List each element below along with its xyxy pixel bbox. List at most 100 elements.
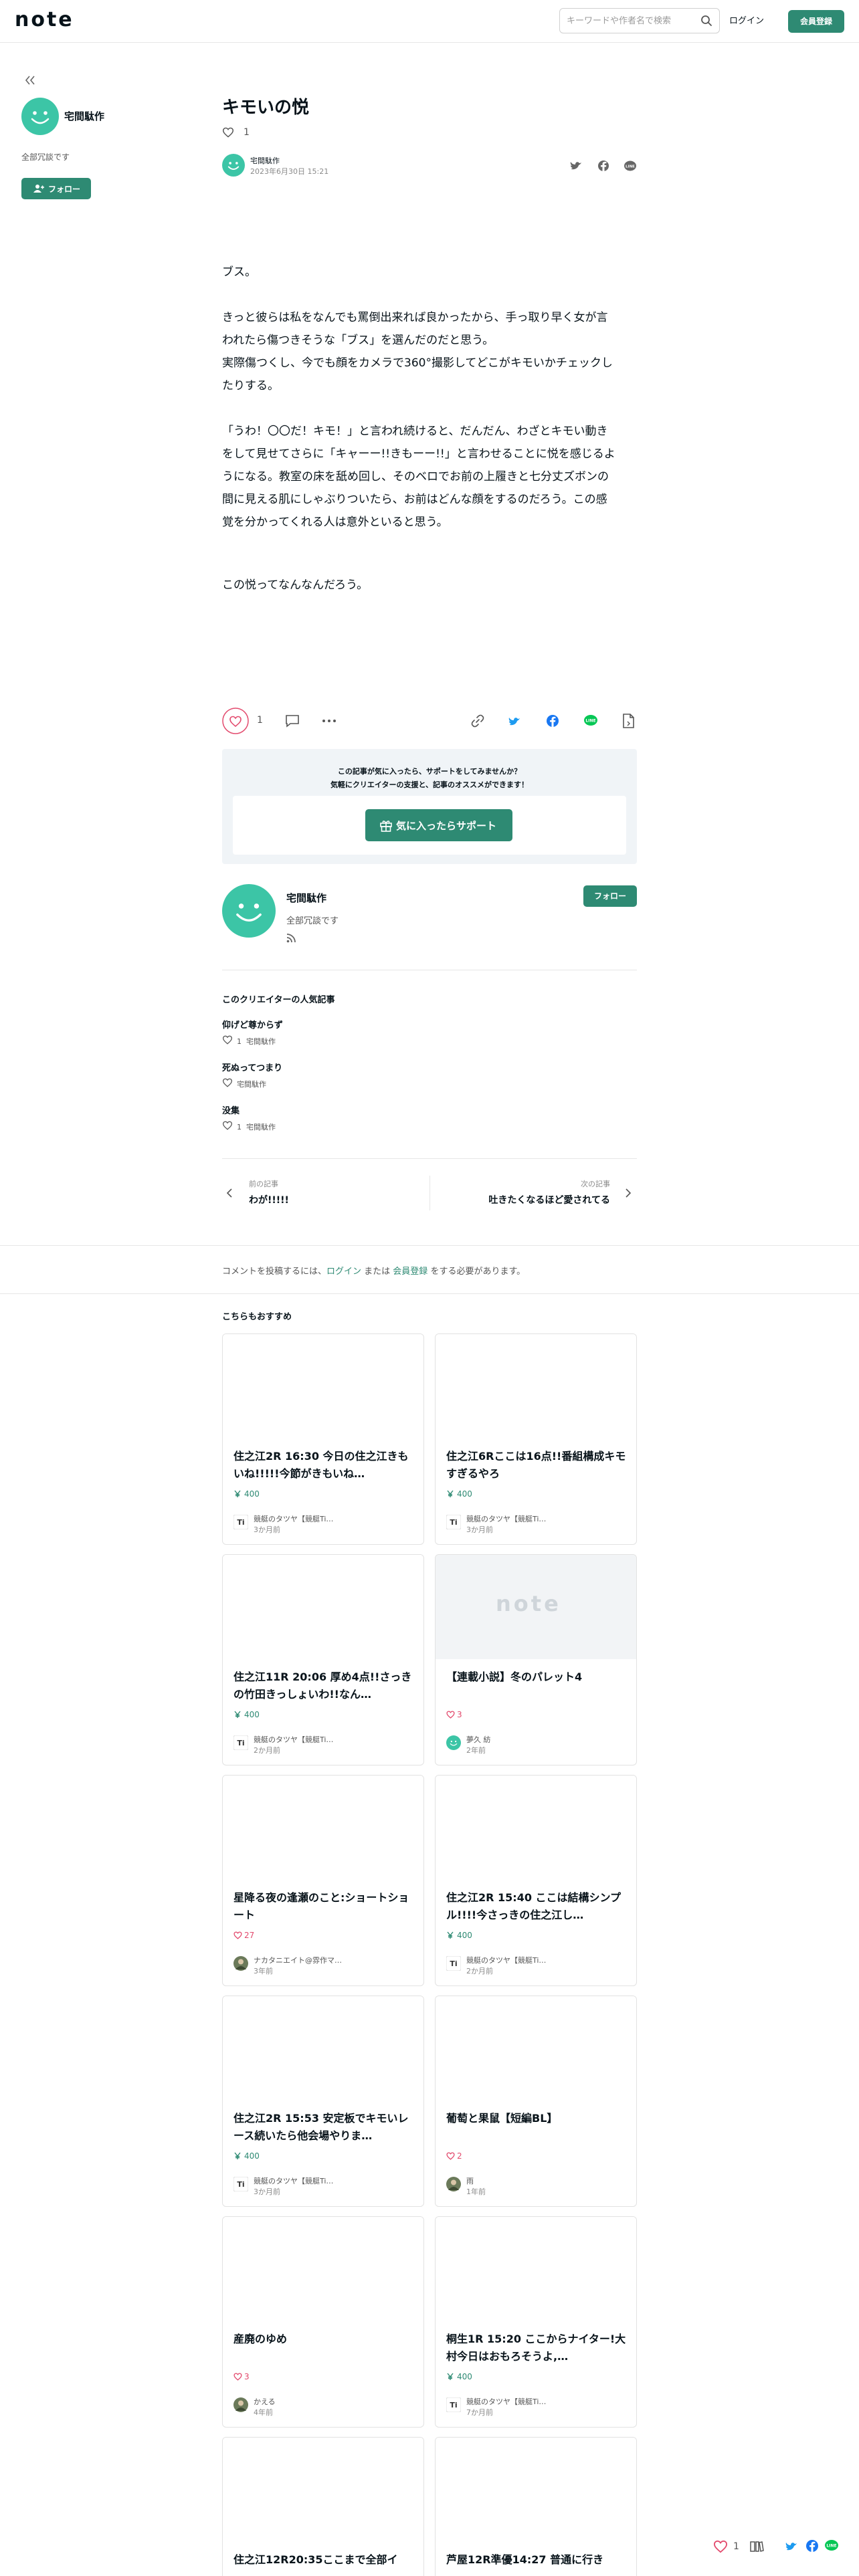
twitter-icon[interactable]	[570, 162, 581, 170]
card-title[interactable]: 芦屋12R準優14:27 普通に行き	[446, 2551, 627, 2576]
recommend-card[interactable]: 葡萄と果鼠【短編BL】 2 雨 1年前	[435, 1996, 637, 2207]
popular-article-title[interactable]: 死ぬってつまり	[222, 1061, 282, 1073]
prev-article-link[interactable]: わが!!!!!	[249, 1193, 289, 1206]
heart-icon[interactable]	[222, 127, 234, 138]
card-author-name[interactable]: 競艇のタツヤ【競艇Ti…	[466, 1513, 546, 1524]
card-author-name[interactable]: ナカタニエイト@雰作マ…	[254, 1955, 342, 1965]
floating-twitter-icon[interactable]	[785, 2540, 799, 2552]
facebook-icon[interactable]	[598, 160, 609, 171]
card-author-avatar[interactable]	[233, 2397, 248, 2412]
chevron-right-icon[interactable]	[625, 1188, 632, 1198]
card-thumbnail[interactable]	[436, 1776, 636, 1880]
recommend-card[interactable]: 星降る夜の逢瀬のこと:ショートショート 27 ナカタニエイト@雰作マ… 3年前	[222, 1775, 424, 1986]
twitter-share-icon[interactable]	[508, 715, 522, 727]
card-author-name[interactable]: 競艇のタツヤ【競艇Ti…	[466, 2396, 546, 2407]
recommend-card[interactable]: 住之江11R 20:06 厚め4点!!さっきの竹田きっしょいわ!!なん… 400 T…	[222, 1554, 424, 1765]
recommend-card[interactable]: 芦屋12R準優14:27 普通に行き	[435, 2437, 637, 2576]
collapse-sidebar-icon[interactable]	[24, 75, 36, 86]
signup-button[interactable]: 会員登録	[788, 10, 844, 33]
card-title[interactable]: 桐生1R 15:20 ここからナイター!大村今日はおもろそうよ,…	[446, 2331, 627, 2365]
card-thumbnail[interactable]	[436, 1996, 636, 2101]
next-article-link[interactable]: 吐きたくなるほど愛されてる	[401, 1193, 610, 1206]
card-author-avatar[interactable]: Ti	[446, 1515, 461, 1529]
recommend-card[interactable]: 住之江2R 16:30 今日の住之江きもいね!!!!!今節がきもいね… 400 Ti…	[222, 1333, 424, 1545]
popular-article-title[interactable]: 没集	[222, 1103, 240, 1116]
card-title[interactable]: 住之江6Rここは16点!!番組構成キモすぎるやろ	[446, 1448, 627, 1483]
copy-link-icon[interactable]	[471, 714, 484, 728]
card-thumbnail[interactable]: note	[436, 1555, 636, 1659]
card-author-avatar[interactable]: Ti	[233, 1735, 248, 1750]
floating-like-icon[interactable]	[713, 2540, 728, 2553]
heart-icon[interactable]	[222, 1078, 233, 1087]
floating-facebook-icon[interactable]	[805, 2539, 819, 2553]
comment-signup-link[interactable]: 会員登録	[393, 1267, 427, 1277]
rss-icon[interactable]	[286, 934, 296, 943]
card-thumbnail[interactable]	[223, 1996, 423, 2101]
embed-icon[interactable]	[622, 714, 634, 728]
card-author-avatar[interactable]	[446, 1735, 461, 1750]
support-button[interactable]: 気に入ったらサポート	[365, 809, 512, 841]
recommend-card[interactable]: 桐生1R 15:20 ここからナイター!大村今日はおもろそうよ,… 400 Ti 競艇…	[435, 2216, 637, 2428]
card-title[interactable]: 住之江11R 20:06 厚め4点!!さっきの竹田きっしょいわ!!なん…	[233, 1669, 414, 1703]
author-name[interactable]: 宅間駄作	[250, 155, 280, 166]
card-thumbnail[interactable]	[223, 1334, 423, 1438]
card-author-avatar[interactable]: Ti	[446, 1956, 461, 1971]
facebook-share-icon[interactable]	[546, 714, 559, 728]
card-thumbnail[interactable]	[223, 2217, 423, 2321]
card-thumbnail[interactable]	[223, 2438, 423, 2542]
card-title[interactable]: 産廃のゆめ	[233, 2331, 414, 2365]
creator-name[interactable]: 宅間駄作	[64, 109, 104, 123]
note-logo[interactable]: note	[15, 8, 74, 31]
card-author-name[interactable]: 競艇のタツヤ【競艇Ti…	[254, 1734, 333, 1745]
search-box[interactable]	[559, 8, 720, 33]
card-title[interactable]: 葡萄と果鼠【短編BL】	[446, 2110, 627, 2145]
card-author-avatar[interactable]: Ti	[233, 2177, 248, 2191]
more-options-icon[interactable]	[322, 720, 336, 722]
comment-login-link[interactable]: ログイン	[326, 1267, 361, 1277]
like-button[interactable]	[222, 708, 249, 734]
card-thumbnail[interactable]	[436, 1334, 636, 1438]
profile-follow-button[interactable]: フォロー	[583, 885, 637, 907]
creator-avatar[interactable]	[21, 98, 59, 135]
card-author-name[interactable]: 夢久 紡	[466, 1734, 491, 1745]
card-title[interactable]: 住之江2R 16:30 今日の住之江きもいね!!!!!今節がきもいね…	[233, 1448, 414, 1483]
card-author-avatar[interactable]: Ti	[233, 1515, 248, 1529]
card-thumbnail[interactable]	[436, 2217, 636, 2321]
recommend-card[interactable]: 住之江12R20:35ここまで全部イ	[222, 2437, 424, 2576]
card-author-name[interactable]: 競艇のタツヤ【競艇Ti…	[254, 2175, 333, 2186]
heart-icon[interactable]	[222, 1121, 233, 1130]
profile-name[interactable]: 宅間駄作	[286, 891, 326, 905]
recommend-card[interactable]: 住之江6Rここは16点!!番組構成キモすぎるやろ 400 Ti 競艇のタツヤ【競艇Ti…	[435, 1333, 637, 1545]
card-author-name[interactable]: かえる	[254, 2396, 276, 2407]
recommend-card[interactable]: 住之江2R 15:40 ここは結構シンプル!!!!今さっきの住之江し… 400 Ti…	[435, 1775, 637, 1986]
card-thumbnail[interactable]	[223, 1555, 423, 1659]
login-link[interactable]: ログイン	[729, 13, 764, 26]
card-thumbnail[interactable]	[436, 2438, 636, 2542]
floating-line-icon[interactable]: LINE	[824, 2539, 839, 2553]
search-icon[interactable]	[700, 15, 712, 27]
heart-icon[interactable]	[222, 1035, 233, 1045]
line-icon[interactable]: LINE	[624, 160, 636, 171]
sidebar-follow-button[interactable]: フォロー	[21, 178, 91, 199]
card-author-name[interactable]: 競艇のタツヤ【競艇Ti…	[254, 1513, 333, 1524]
card-title[interactable]: 星降る夜の逢瀬のこと:ショートショート	[233, 1889, 414, 1924]
comment-icon[interactable]	[285, 714, 300, 728]
card-title[interactable]: 住之江12R20:35ここまで全部イ	[233, 2551, 414, 2576]
card-author-name[interactable]: 雨	[466, 2175, 474, 2186]
card-thumbnail[interactable]	[223, 1776, 423, 1880]
recommend-card[interactable]: 産廃のゆめ 3 かえる 4年前	[222, 2216, 424, 2428]
card-author-avatar[interactable]: Ti	[446, 2397, 461, 2412]
card-author-avatar[interactable]	[233, 1956, 248, 1971]
card-author-avatar[interactable]	[446, 2177, 461, 2191]
recommend-card[interactable]: 住之江2R 15:53 安定板でキモいレース続いたら他会場やりま… 400 Ti 競艇…	[222, 1996, 424, 2207]
card-author-name[interactable]: 競艇のタツヤ【競艇Ti…	[466, 1955, 546, 1965]
recommend-card[interactable]: note 【連載小説】冬のパレット4 3 夢久 紡 2年前	[435, 1554, 637, 1765]
author-avatar[interactable]	[222, 154, 245, 177]
search-input[interactable]	[567, 9, 694, 33]
card-title[interactable]: 住之江2R 15:40 ここは結構シンプル!!!!今さっきの住之江し…	[446, 1889, 627, 1924]
card-title[interactable]: 【連載小説】冬のパレット4	[446, 1669, 627, 1703]
magazine-icon[interactable]	[749, 2540, 764, 2553]
profile-avatar[interactable]	[222, 884, 276, 938]
chevron-left-icon[interactable]	[226, 1188, 233, 1198]
card-title[interactable]: 住之江2R 15:53 安定板でキモいレース続いたら他会場やりま…	[233, 2110, 414, 2145]
